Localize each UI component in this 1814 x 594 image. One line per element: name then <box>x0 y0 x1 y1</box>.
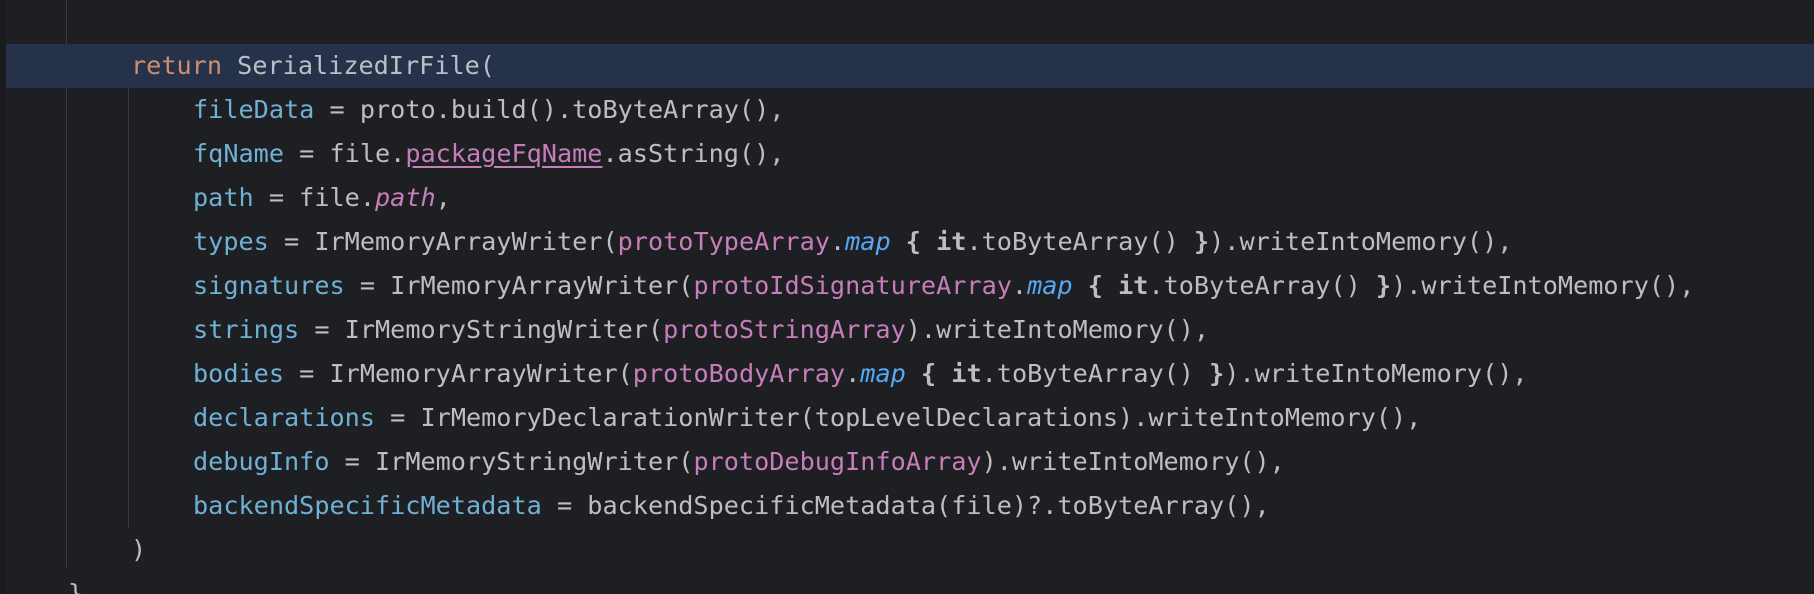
expression: IrMemoryStringWriter( <box>374 447 694 476</box>
closing-brace: } <box>68 579 84 594</box>
punctuation: . <box>1011 271 1028 300</box>
expression: IrMemoryArrayWriter( <box>314 227 618 256</box>
lambda-brace-close: } <box>1209 359 1225 388</box>
punctuation: , <box>435 183 451 212</box>
property-reference: protoStringArray <box>663 315 906 344</box>
named-argument: bodies <box>193 359 284 388</box>
expression: ).writeIntoMemory(), <box>1391 271 1695 300</box>
named-argument: declarations <box>193 403 375 432</box>
lambda-brace-open: { <box>920 359 937 388</box>
extension-function: map <box>860 359 906 388</box>
expression: backendSpecificMetadata(file)?.toByteArr… <box>587 491 1270 520</box>
implicit-it: it <box>936 227 967 256</box>
named-argument: fileData <box>193 95 315 124</box>
named-argument: fqName <box>193 139 284 168</box>
code-line[interactable]: strings = IrMemoryStringWriter(protoStri… <box>6 308 1814 352</box>
assignment-operator: = <box>284 139 330 168</box>
assignment-operator: = <box>284 359 330 388</box>
keyword-return: return <box>131 51 222 80</box>
code-line-content: signatures = IrMemoryArrayWriter(protoId… <box>193 264 1694 308</box>
code-line-content: return SerializedIrFile( <box>131 44 495 88</box>
code-line-content: declarations = IrMemoryDeclarationWriter… <box>193 396 1421 440</box>
punctuation: . <box>845 359 861 388</box>
code-line[interactable]: types = IrMemoryArrayWriter(protoTypeArr… <box>6 220 1814 264</box>
expression: ).writeIntoMemory(), <box>981 447 1285 476</box>
code-line[interactable]: debugInfo = IrMemoryStringWriter(protoDe… <box>6 440 1814 484</box>
named-argument: strings <box>193 315 300 344</box>
assignment-operator: = <box>374 403 421 432</box>
expression: proto.build().toByteArray(), <box>359 95 785 124</box>
named-argument: path <box>193 183 254 212</box>
punctuation: . <box>829 227 846 256</box>
lambda-brace-close: } <box>1193 227 1210 256</box>
assignment-operator: = <box>268 227 315 256</box>
expression: .toByteArray() <box>1148 271 1376 300</box>
assignment-operator: = <box>253 183 300 212</box>
lambda-brace-close: } <box>1375 271 1392 300</box>
expression: IrMemoryArrayWriter( <box>329 359 633 388</box>
assignment-operator: = <box>344 271 391 300</box>
code-editor[interactable]: return SerializedIrFile( fileData = prot… <box>0 0 1814 594</box>
implicit-it: it <box>951 359 982 388</box>
expression: IrMemoryDeclarationWriter(topLevelDeclar… <box>420 403 1422 432</box>
lambda-brace-open: { <box>905 227 921 256</box>
code-line-content: fileData = proto.build().toByteArray(), <box>193 88 784 132</box>
constructor-call: SerializedIrFile( <box>222 51 495 80</box>
assignment-operator: = <box>329 447 375 476</box>
expression: .asString(), <box>602 139 785 168</box>
code-line-content: backendSpecificMetadata = backendSpecifi… <box>193 484 1270 528</box>
expression: ).writeIntoMemory(), <box>1224 359 1528 388</box>
extension-property: path <box>375 183 436 212</box>
code-line[interactable]: signatures = IrMemoryArrayWriter(protoId… <box>6 264 1814 308</box>
property-reference: protoDebugInfoArray <box>693 447 982 476</box>
expression: file. <box>329 139 406 168</box>
expression: file. <box>299 183 375 212</box>
property-reference: protoBodyArray <box>632 359 846 388</box>
assignment-operator: = <box>314 95 360 124</box>
named-argument: signatures <box>193 271 345 300</box>
code-line[interactable]: bodies = IrMemoryArrayWriter(protoBodyAr… <box>6 352 1814 396</box>
code-line-current[interactable]: return SerializedIrFile( <box>6 44 1814 88</box>
expression: IrMemoryStringWriter( <box>344 315 664 344</box>
assignment-operator: = <box>299 315 345 344</box>
code-line-content: bodies = IrMemoryArrayWriter(protoBodyAr… <box>193 352 1528 396</box>
lambda-brace-open: { <box>1087 271 1103 300</box>
code-line[interactable]: backendSpecificMetadata = backendSpecifi… <box>6 484 1814 528</box>
extension-function: map <box>845 227 891 256</box>
named-argument: types <box>193 227 269 256</box>
code-line-content: debugInfo = IrMemoryStringWriter(protoDe… <box>193 440 1285 484</box>
named-argument: debugInfo <box>193 447 330 476</box>
expression: .toByteArray() <box>981 359 1210 388</box>
code-line[interactable]: declarations = IrMemoryDeclarationWriter… <box>6 396 1814 440</box>
property-reference: protoTypeArray <box>617 227 830 256</box>
expression: ).writeIntoMemory(), <box>905 315 1210 344</box>
assignment-operator: = <box>541 491 588 520</box>
code-line-content: strings = IrMemoryStringWriter(protoStri… <box>193 308 1209 352</box>
code-line[interactable]: ) <box>6 528 1814 572</box>
implicit-it: it <box>1118 271 1149 300</box>
expression: .toByteArray() <box>966 227 1194 256</box>
code-line-content: path = file.path, <box>193 176 451 220</box>
code-line-content: types = IrMemoryArrayWriter(protoTypeArr… <box>193 220 1512 264</box>
code-line[interactable]: } <box>6 572 1814 594</box>
code-line-content: fqName = file.packageFqName.asString(), <box>193 132 784 176</box>
extension-function: map <box>1027 271 1073 300</box>
expression: ).writeIntoMemory(), <box>1209 227 1513 256</box>
code-line[interactable]: fileData = proto.build().toByteArray(), <box>6 88 1814 132</box>
expression: IrMemoryArrayWriter( <box>390 271 694 300</box>
code-line[interactable]: fqName = file.packageFqName.asString(), <box>6 132 1814 176</box>
closing-paren: ) <box>131 535 147 564</box>
property-reference: protoIdSignatureArray <box>693 271 1012 300</box>
property-reference-link[interactable]: packageFqName <box>405 139 602 168</box>
named-argument: backendSpecificMetadata <box>193 491 542 520</box>
code-line[interactable]: path = file.path, <box>6 176 1814 220</box>
